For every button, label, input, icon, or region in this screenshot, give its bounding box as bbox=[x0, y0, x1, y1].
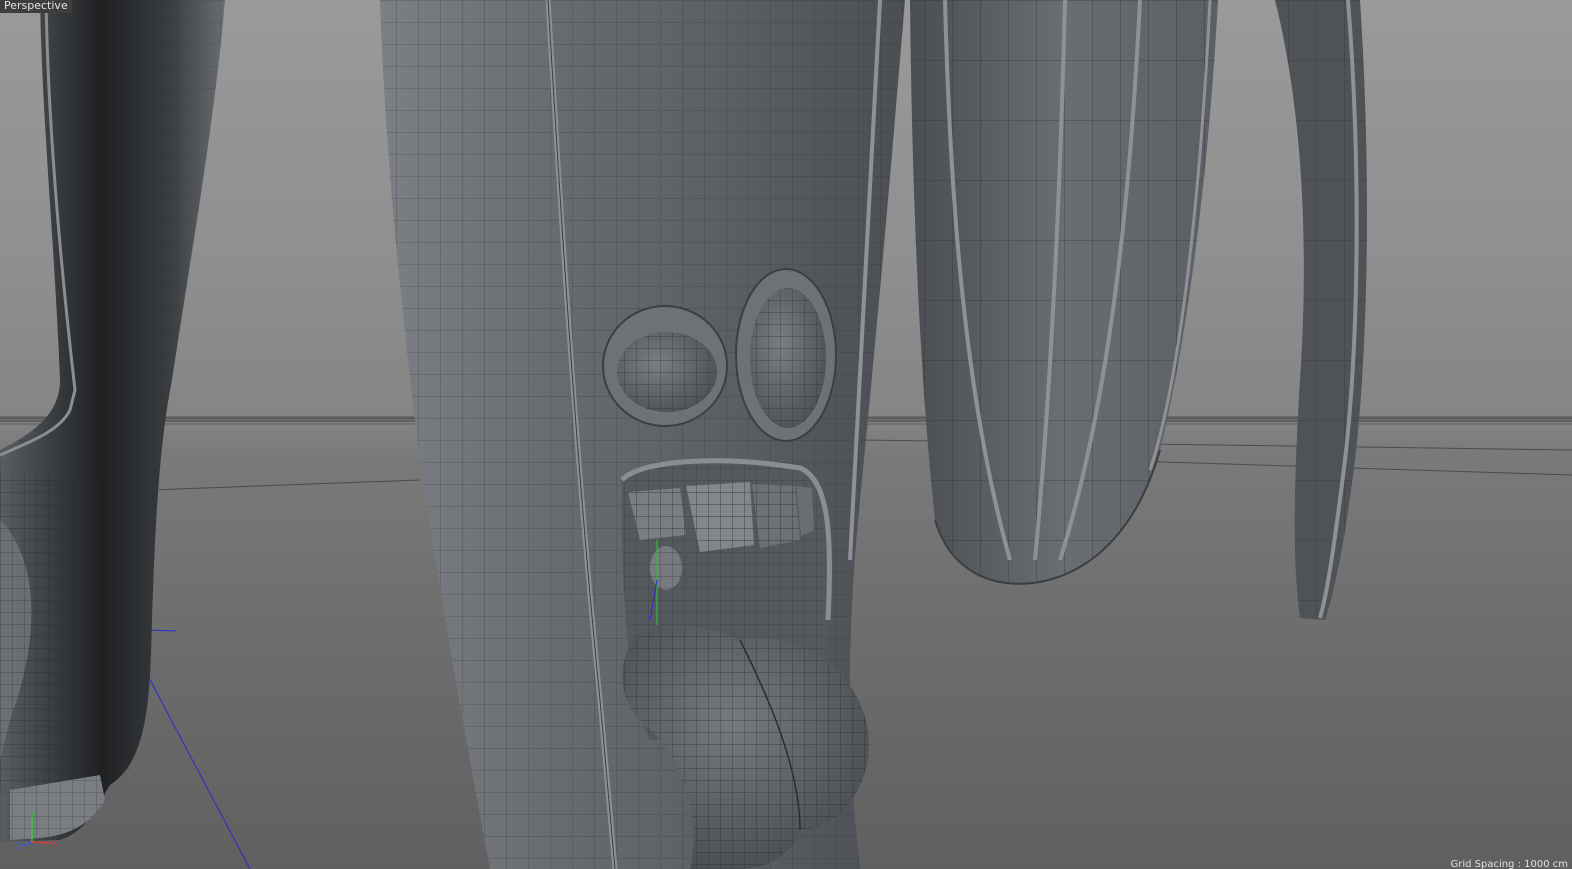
3d-viewport[interactable]: Perspective Y X Z Grid Spacing : 1000 cm bbox=[0, 0, 1572, 869]
x-axis-label: X bbox=[52, 839, 58, 848]
axis-gizmo: Y X Z bbox=[14, 810, 58, 850]
view-name-label[interactable]: Perspective bbox=[0, 0, 72, 13]
y-axis-label: Y bbox=[29, 810, 35, 818]
right-banana-mesh[interactable] bbox=[910, 0, 1218, 585]
grid-spacing-label: Grid Spacing : 1000 cm bbox=[1450, 859, 1568, 869]
viewport-scene[interactable] bbox=[0, 0, 1572, 869]
x-axis-line bbox=[31, 841, 53, 844]
right-eye-mesh[interactable] bbox=[735, 268, 837, 442]
left-eye-mesh[interactable] bbox=[602, 305, 728, 427]
far-right-banana-mesh[interactable] bbox=[1275, 0, 1367, 620]
z-axis-label: Z bbox=[14, 842, 20, 850]
z-axis-line bbox=[21, 841, 33, 847]
